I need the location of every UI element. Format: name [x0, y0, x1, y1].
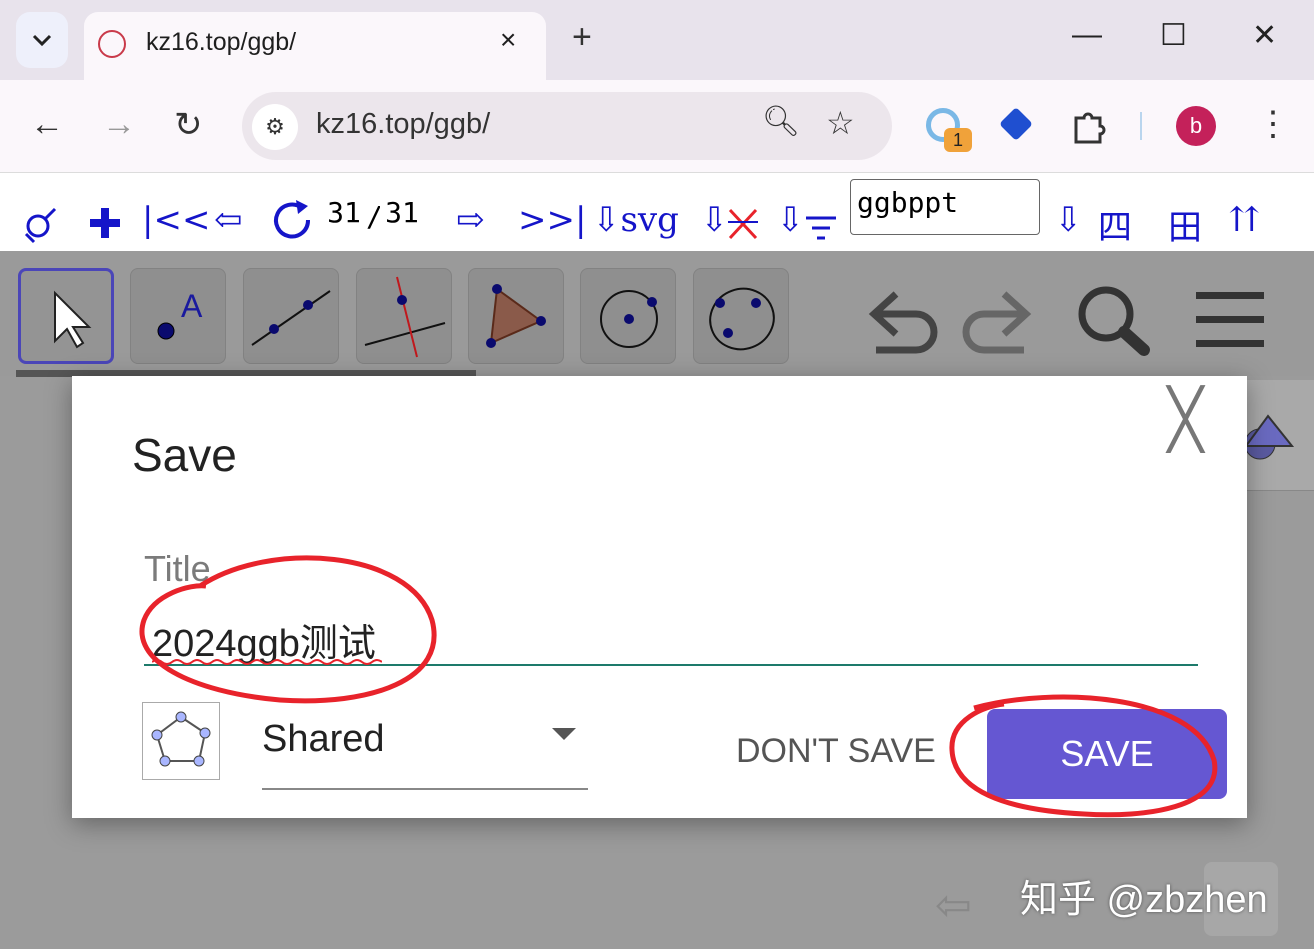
scroll-top-button[interactable]: ⇈ — [1230, 200, 1259, 240]
visibility-select[interactable]: Shared — [262, 706, 588, 790]
address-bar[interactable]: ⚙ kz16.top/ggb/ 🔍︎ ☆ — [242, 92, 892, 160]
close-icon[interactable]: ╳ — [1168, 390, 1203, 450]
extensions-puzzle-icon[interactable] — [1070, 106, 1110, 146]
current-slide: 31 — [322, 190, 366, 236]
material-thumbnail — [142, 702, 220, 780]
geogebra-favicon-icon — [98, 30, 126, 58]
circle-center-icon — [600, 290, 658, 348]
refresh-icon[interactable] — [268, 196, 316, 244]
annotation-circle-title — [139, 555, 437, 704]
prev-slide-button[interactable]: ⇦ — [214, 200, 243, 240]
redo-icon[interactable] — [958, 284, 1034, 354]
first-slide-button[interactable]: |<< — [142, 200, 210, 240]
profile-avatar[interactable]: b — [1176, 106, 1216, 146]
site-settings-icon[interactable]: ⚙ — [252, 104, 298, 150]
dialog-title: Save — [132, 429, 237, 481]
grid-view-button[interactable]: 田 — [1168, 200, 1202, 249]
gender-symbol-icon[interactable] — [22, 204, 58, 244]
forward-button[interactable]: → — [102, 105, 136, 144]
total-slides: 31 — [380, 190, 424, 236]
ggbppt-input[interactable]: ggbppt — [850, 179, 1040, 235]
ellipse-icon — [709, 287, 775, 351]
last-slide-button[interactable]: >>| — [518, 200, 586, 240]
triangle-icon — [486, 284, 546, 348]
tab-search-button[interactable] — [16, 12, 68, 68]
browser-menu-icon[interactable]: ⋮ — [1256, 104, 1290, 144]
annotation-circle-save — [949, 694, 1218, 818]
graphics-divider — [1246, 490, 1314, 491]
four-view-button[interactable]: 四 — [1098, 200, 1132, 249]
extension-badge: 1 — [944, 128, 972, 152]
svg-text:A: A — [181, 288, 203, 324]
download-button[interactable]: ⇩ — [1054, 200, 1083, 240]
reload-button[interactable]: ↻ — [174, 105, 203, 145]
maximize-button[interactable]: ☐ — [1160, 18, 1187, 53]
dont-save-button[interactable]: DON'T SAVE — [736, 732, 936, 771]
cursor-arrow-icon — [54, 290, 92, 349]
ellipse-tool[interactable] — [693, 268, 789, 364]
point-tool[interactable]: A — [130, 268, 226, 364]
back-button[interactable]: ← — [30, 105, 64, 144]
line-icon — [251, 290, 331, 346]
perpendicular-tool[interactable] — [356, 268, 452, 364]
browser-tab[interactable]: kz16.top/ggb/ × — [84, 12, 546, 80]
shapes-icon[interactable] — [1242, 410, 1298, 466]
polygon-tool[interactable] — [468, 268, 564, 364]
delete-x-icon — [728, 208, 758, 240]
bookmark-star-icon[interactable]: ☆ — [826, 104, 855, 142]
visibility-value: Shared — [262, 718, 385, 760]
tab-close-icon[interactable]: × — [500, 24, 516, 56]
watermark-text: 知乎 @zbzhen — [1020, 879, 1268, 921]
toolbar-divider — [1140, 112, 1142, 140]
url-text[interactable]: kz16.top/ggb/ — [316, 108, 490, 141]
perpendicular-icon — [364, 276, 446, 358]
hamburger-menu-icon[interactable] — [1194, 288, 1266, 352]
next-slide-button[interactable]: ⇨ — [456, 200, 485, 240]
add-slide-icon[interactable] — [88, 206, 122, 240]
zoom-icon[interactable]: 🔍︎ — [762, 104, 800, 139]
window-close-button[interactable]: ✕ — [1252, 18, 1277, 53]
move-tool[interactable] — [18, 268, 114, 364]
search-icon[interactable] — [1074, 282, 1154, 362]
bottom-back-arrow-icon[interactable]: ⇦ — [935, 880, 972, 931]
download-delete-button[interactable]: ⇩ — [700, 200, 729, 240]
download-filter-button[interactable]: ⇩ — [776, 200, 805, 240]
point-icon: A — [157, 288, 203, 340]
circle-tool[interactable] — [580, 268, 676, 364]
undo-icon[interactable] — [866, 284, 942, 354]
polygon-thumbnail-icon — [151, 711, 211, 767]
filter-icon — [806, 216, 836, 240]
export-svg-button[interactable]: ⇩svg — [592, 200, 679, 240]
chevron-down-icon — [32, 34, 52, 47]
minimize-button[interactable]: — — [1072, 18, 1102, 52]
tab-title: kz16.top/ggb/ — [146, 28, 297, 56]
dropdown-caret-icon — [552, 728, 576, 740]
new-tab-button[interactable]: + — [572, 18, 592, 57]
line-tool[interactable] — [243, 268, 339, 364]
